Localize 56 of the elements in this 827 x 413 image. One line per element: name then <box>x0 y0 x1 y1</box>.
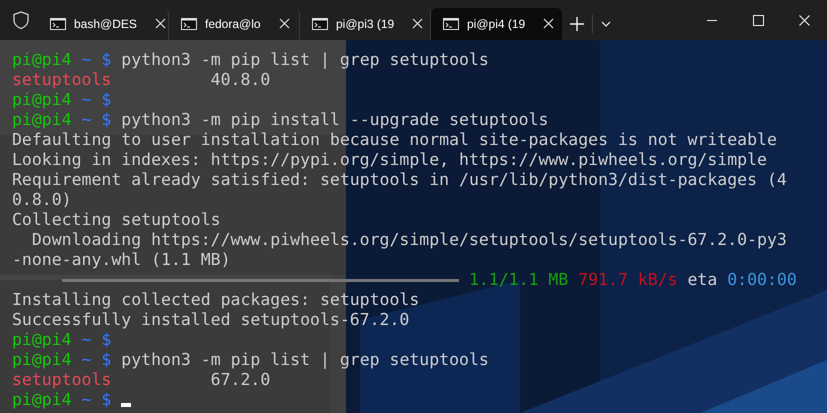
eta-time: 0:00:00 <box>727 270 797 290</box>
terminal-icon <box>443 18 459 30</box>
output-text: Looking in indexes: https://pypi.org/simple, https://www.piwheels.org/simple <box>12 150 767 170</box>
prompt-symbol: $ <box>101 350 112 370</box>
command-text: python3 -m pip install --upgrade setuptools <box>121 110 548 130</box>
command-text: python3 -m pip list | grep setuptools <box>121 50 489 70</box>
output-text: Successfully installed setuptools-67.2.0 <box>12 310 410 330</box>
download-size: 1.1/1.1 MB <box>468 270 568 290</box>
package-version: 67.2.0 <box>210 370 270 390</box>
prompt-path: ~ <box>82 110 92 130</box>
package-name: setuptools <box>12 370 112 390</box>
chevron-down-icon <box>601 21 611 27</box>
output-text: Installing collected packages: setuptools <box>12 290 420 310</box>
prompt-path: ~ <box>82 350 92 370</box>
prompt-user: pi@pi4 <box>12 330 72 350</box>
close-icon <box>543 18 554 28</box>
prompt-symbol: $ <box>101 50 112 70</box>
prompt-user: pi@pi4 <box>12 90 72 110</box>
maximize-icon <box>752 14 764 26</box>
tab-title: fedora@lo <box>205 17 261 31</box>
terminal-icon <box>181 18 197 30</box>
package-name: setuptools <box>12 70 112 90</box>
prompt-symbol: $ <box>101 110 112 130</box>
terminal-icon <box>312 18 328 30</box>
close-icon <box>798 14 810 26</box>
shield-icon <box>13 10 29 30</box>
output-text: -none-any.whl (1.1 MB) <box>12 250 231 270</box>
close-icon <box>278 18 290 28</box>
download-speed: 791.7 kB/s <box>578 270 678 290</box>
terminal-icon <box>50 18 66 30</box>
prompt-path: ~ <box>82 330 92 350</box>
prompt-user: pi@pi4 <box>12 350 72 370</box>
command-text: python3 -m pip list | grep setuptools <box>121 350 489 370</box>
tab-title: pi@pi4 (19 <box>467 17 526 31</box>
prompt-user: pi@pi4 <box>12 390 72 410</box>
prompt-path: ~ <box>82 90 92 110</box>
terminal-tab[interactable]: pi@pi4 (19 <box>431 8 562 40</box>
prompt-path: ~ <box>82 390 92 410</box>
eta-label: eta <box>688 270 718 290</box>
close-icon <box>154 18 166 28</box>
output-text: 0.8.0) <box>12 190 72 210</box>
close-icon <box>412 18 424 28</box>
package-version: 40.8.0 <box>210 70 270 90</box>
tab-title: bash@DES <box>74 17 137 31</box>
prompt-symbol: $ <box>101 330 112 350</box>
output-text: Requirement already satisfied: setuptools in /usr/lib/python3/dist-packages (4 <box>12 170 787 190</box>
tab-title: pi@pi3 (19 <box>336 17 394 31</box>
output-text: Downloading https://www.piwheels.org/simple/setuptools/setuptools-67.2.0-py3 <box>30 230 787 250</box>
output-text: Collecting setuptools <box>12 210 221 230</box>
plus-icon <box>570 17 584 31</box>
prompt-symbol: $ <box>101 390 112 410</box>
prompt-symbol: $ <box>101 90 112 110</box>
prompt-user: pi@pi4 <box>12 50 72 70</box>
prompt-user: pi@pi4 <box>12 110 72 130</box>
output-text: Defaulting to user installation because normal site-packages is not writeable <box>12 130 777 150</box>
prompt-path: ~ <box>82 50 92 70</box>
